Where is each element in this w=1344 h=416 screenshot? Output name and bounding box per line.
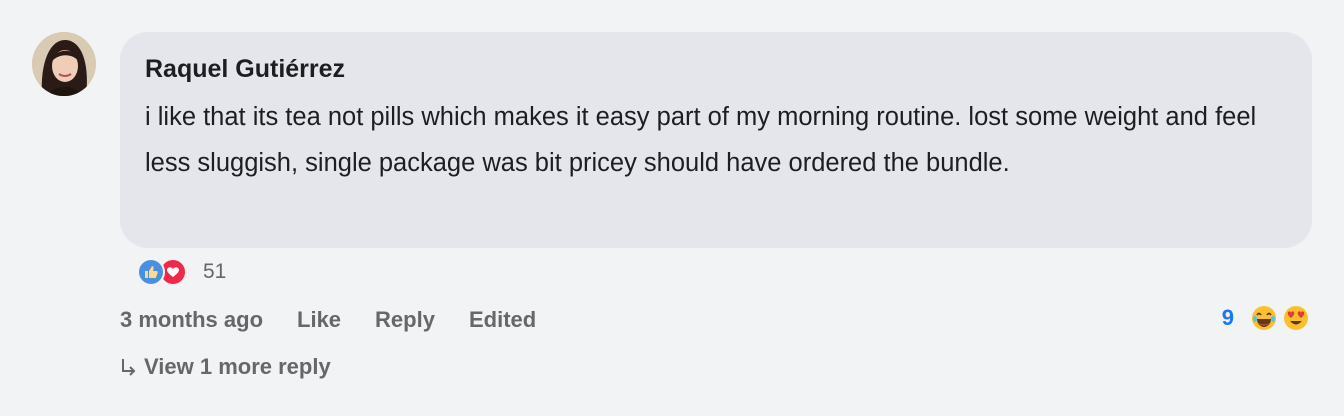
- comment-bubble: Raquel Gutiérrez i like that its tea not…: [120, 32, 1312, 248]
- emoji-reactions[interactable]: 9: [1222, 304, 1310, 332]
- reply-arrow-icon: [122, 359, 136, 376]
- thumbs-up-icon: [137, 258, 165, 286]
- reaction-summary[interactable]: 51: [137, 258, 226, 286]
- edited-label[interactable]: Edited: [469, 306, 536, 334]
- emoji-reaction-count: 9: [1221, 305, 1234, 330]
- reply-button[interactable]: Reply: [375, 306, 435, 334]
- comment-text: i like that its tea not pills which make…: [145, 103, 1257, 177]
- avatar[interactable]: [32, 32, 96, 96]
- reaction-count: 51: [203, 260, 227, 283]
- avatar-image: [32, 32, 96, 96]
- comment-actions: 3 months ago Like Reply Edited: [120, 306, 570, 334]
- view-more-replies-label: View 1 more reply: [144, 354, 331, 379]
- like-button[interactable]: Like: [297, 306, 341, 334]
- laughing-emoji-icon: [1252, 306, 1276, 330]
- timestamp[interactable]: 3 months ago: [120, 306, 263, 334]
- comment: Raquel Gutiérrez i like that its tea not…: [0, 0, 1344, 416]
- view-more-replies-link[interactable]: View 1 more reply: [120, 354, 331, 380]
- heart-eyes-emoji-icon: [1284, 306, 1308, 330]
- author-name[interactable]: Raquel Gutiérrez: [145, 54, 1286, 84]
